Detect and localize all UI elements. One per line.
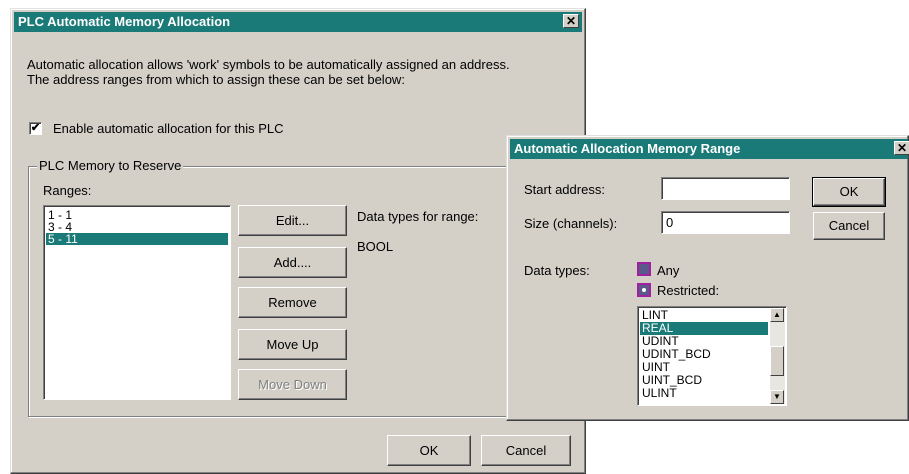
list-scrollbar[interactable]: ▲ ▼ bbox=[770, 308, 785, 404]
size-channels-input[interactable]: 0 bbox=[661, 211, 790, 234]
data-type-list[interactable]: LINT REAL UDINT UDINT_BCD UINT UINT_BCD … bbox=[637, 306, 787, 406]
data-types-for-range-label: Data types for range: bbox=[357, 209, 479, 224]
ranges-label: Ranges: bbox=[43, 183, 92, 198]
remove-button-label: Remove bbox=[268, 295, 317, 310]
data-types-label: Data types: bbox=[524, 263, 590, 278]
edit-button[interactable]: Edit... bbox=[238, 205, 347, 236]
main-dialog-titlebar[interactable]: PLC Automatic Memory Allocation ✕ bbox=[14, 12, 582, 32]
list-item-selected[interactable]: 5 - 11 bbox=[46, 233, 228, 245]
data-types-for-range-value: BOOL bbox=[357, 239, 394, 254]
range-ok-button-label: OK bbox=[839, 184, 859, 199]
enable-allocation-label[interactable]: Enable automatic allocation for this PLC bbox=[53, 121, 284, 136]
radio-any[interactable] bbox=[637, 262, 651, 276]
cancel-button-label: Cancel bbox=[505, 443, 547, 458]
start-address-input[interactable] bbox=[661, 177, 790, 200]
scroll-down-icon[interactable]: ▼ bbox=[770, 390, 784, 404]
scroll-up-icon[interactable]: ▲ bbox=[770, 308, 784, 322]
ranges-list[interactable]: 1 - 1 3 - 4 5 - 11 bbox=[43, 205, 231, 400]
range-dialog-titlebar[interactable]: Automatic Allocation Memory Range ✕ bbox=[510, 139, 909, 159]
ok-button-label: OK bbox=[419, 443, 439, 458]
range-cancel-button[interactable]: Cancel bbox=[813, 212, 885, 240]
list-item[interactable]: 1 - 1 bbox=[46, 209, 228, 221]
move-down-button[interactable]: Move Down bbox=[238, 369, 347, 400]
description-line-1: Automatic allocation allows 'work' symbo… bbox=[27, 57, 510, 72]
radio-restricted-label[interactable]: Restricted: bbox=[657, 283, 719, 298]
close-icon[interactable]: ✕ bbox=[563, 14, 579, 28]
cancel-button[interactable]: Cancel bbox=[481, 435, 571, 466]
close-icon[interactable]: ✕ bbox=[894, 141, 909, 155]
size-channels-value: 0 bbox=[666, 215, 674, 230]
size-channels-label: Size (channels): bbox=[524, 216, 618, 231]
move-up-button[interactable]: Move Up bbox=[238, 329, 347, 360]
description-line-2: The address ranges from which to assign … bbox=[27, 72, 405, 87]
list-item[interactable]: ULINT bbox=[640, 387, 768, 400]
start-address-label: Start address: bbox=[524, 182, 605, 197]
edit-button-label: Edit... bbox=[275, 213, 310, 228]
scroll-thumb[interactable] bbox=[770, 346, 784, 376]
move-up-button-label: Move Up bbox=[266, 337, 319, 352]
range-dialog: Automatic Allocation Memory Range ✕ Star… bbox=[506, 135, 909, 421]
radio-restricted[interactable] bbox=[637, 283, 651, 297]
add-button[interactable]: Add.... bbox=[238, 247, 347, 278]
range-ok-button[interactable]: OK bbox=[812, 177, 886, 207]
radio-any-label[interactable]: Any bbox=[657, 263, 679, 278]
enable-allocation-checkbox[interactable]: ✔ bbox=[29, 122, 42, 135]
main-dialog-title: PLC Automatic Memory Allocation bbox=[18, 14, 231, 29]
move-down-button-label: Move Down bbox=[258, 377, 327, 392]
range-cancel-button-label: Cancel bbox=[828, 218, 870, 233]
remove-button[interactable]: Remove bbox=[238, 287, 347, 318]
ok-button[interactable]: OK bbox=[387, 435, 471, 466]
memory-reserve-group-title: PLC Memory to Reserve bbox=[37, 158, 184, 173]
add-button-label: Add.... bbox=[273, 255, 312, 270]
range-dialog-title: Automatic Allocation Memory Range bbox=[514, 141, 741, 156]
main-dialog: PLC Automatic Memory Allocation ✕ Automa… bbox=[10, 8, 586, 474]
